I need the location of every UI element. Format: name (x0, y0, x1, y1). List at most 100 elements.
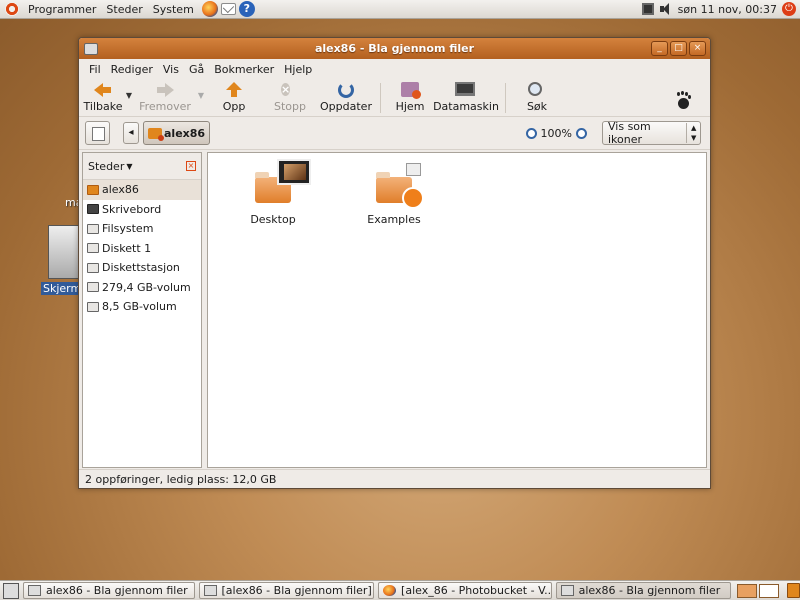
back-arrow-icon (94, 82, 112, 98)
menu-places[interactable]: Steder (101, 3, 147, 16)
menu-go[interactable]: Gå (184, 63, 209, 76)
file-browser-icon (203, 585, 217, 596)
menu-applications[interactable]: Programmer (23, 3, 101, 16)
taskbar-item-active[interactable]: alex86 - Bla gjennom filer (555, 582, 732, 599)
firefox-icon[interactable] (201, 1, 218, 17)
zoom-out-icon[interactable] (525, 127, 537, 139)
taskbar-item-label: alex86 - Bla gjennom filer (45, 584, 188, 597)
ubuntu-logo-icon[interactable] (5, 2, 19, 16)
search-icon (528, 82, 546, 98)
zoom-in-icon[interactable] (576, 127, 587, 139)
sidebar-item-volume-8[interactable]: 8,5 GB-volum (83, 297, 201, 317)
view-mode-value: Vis som ikoner (608, 120, 651, 146)
gnome-foot-icon (675, 91, 691, 110)
up-label: Opp (222, 100, 246, 113)
sidebar-item-filesystem[interactable]: Filsystem (83, 219, 201, 239)
floppy-icon (87, 262, 99, 273)
show-desktop-icon[interactable] (3, 582, 19, 599)
menu-edit[interactable]: Rediger (106, 63, 158, 76)
panel-tray: søn 11 nov, 00:37 ⏻ (641, 0, 800, 19)
video-thumbnail-emblem-icon (277, 159, 311, 185)
home-folder-icon (87, 184, 99, 195)
help-icon[interactable]: ? (238, 1, 255, 17)
close-button[interactable]: × (689, 41, 706, 56)
sidebar: Steder ▼ × alex86 Skrivebord Filsystem D… (82, 152, 202, 468)
workspace-2[interactable] (759, 583, 780, 598)
home-button[interactable]: Hjem (387, 79, 433, 117)
taskbar-item[interactable]: [alex_86 - Photobucket - V... (378, 582, 552, 599)
menu-help[interactable]: Hjelp (279, 63, 317, 76)
taskbar-item[interactable]: alex86 - Bla gjennom filer (22, 582, 195, 599)
computer-icon (455, 82, 477, 98)
back-label: Tilbake (83, 100, 123, 113)
sidebar-item-floppy-1[interactable]: Diskett 1 (83, 239, 201, 259)
menu-file[interactable]: Fil (84, 63, 106, 76)
firefox-icon (383, 585, 397, 596)
sidebar-item-floppy-drive[interactable]: Diskettstasjon (83, 258, 201, 278)
sidebar-header: Steder ▼ × (83, 153, 201, 180)
zoom-level[interactable]: 100% (541, 127, 572, 140)
file-view[interactable]: Desktop Examples (207, 152, 707, 468)
volume-icon[interactable] (659, 3, 674, 15)
reload-icon (337, 82, 355, 98)
menu-system[interactable]: System (148, 3, 199, 16)
taskbar-item-label: alex86 - Bla gjennom filer (578, 584, 721, 597)
sidebar-item-desktop[interactable]: Skrivebord (83, 200, 201, 220)
reload-button[interactable]: Oppdater (318, 79, 374, 117)
view-mode-select[interactable]: Vis som ikoner ▲ ▼ (602, 120, 701, 146)
up-arrow-icon (225, 82, 243, 98)
mail-icon[interactable] (220, 3, 236, 15)
window-title: alex86 - Bla gjennom filer (314, 42, 475, 55)
toolbar: Tilbake ▼ Fremover ▼ Opp × Stopp Oppdate… (79, 79, 710, 117)
back-history-dropdown[interactable]: ▼ (124, 79, 134, 100)
menubar: Fil Rediger Vis Gå Bokmerker Hjelp (79, 59, 710, 79)
toolbar-separator (505, 83, 506, 113)
stop-button[interactable]: × Stopp (262, 79, 318, 117)
back-button[interactable]: Tilbake (82, 79, 124, 117)
toolbar-separator (380, 83, 381, 113)
sidebar-item-volume-279[interactable]: 279,4 GB-volum (83, 278, 201, 298)
symlink-emblem-icon (406, 163, 421, 176)
sidebar-close-icon[interactable]: × (186, 161, 196, 171)
sidebar-mode-select[interactable]: Steder (88, 160, 124, 173)
up-button[interactable]: Opp (206, 79, 262, 117)
sidebar-item-label: 8,5 GB-volum (102, 300, 177, 314)
network-icon[interactable] (641, 3, 654, 15)
zoom-control: 100% Vis som ikoner ▲ ▼ (525, 120, 701, 146)
taskbar-item-label: [alex86 - Bla gjennom filer] (221, 584, 372, 597)
computer-label: Datamaskin (433, 100, 499, 113)
sidebar-item-home[interactable]: alex86 (83, 180, 201, 200)
home-folder-icon (148, 127, 164, 141)
desktop-icon (87, 204, 99, 215)
chevron-down-icon[interactable]: ▼ (126, 162, 132, 171)
forward-label: Fremover (139, 100, 191, 113)
menu-view[interactable]: Vis (158, 63, 184, 76)
search-label: Søk (526, 100, 548, 113)
menu-bookmarks[interactable]: Bokmerker (209, 63, 279, 76)
power-icon[interactable]: ⏻ (782, 2, 796, 16)
workspace-1[interactable] (737, 583, 758, 598)
file-item-desktop[interactable]: Desktop (233, 159, 313, 226)
clock[interactable]: søn 11 nov, 00:37 (678, 3, 777, 16)
minimize-button[interactable]: _ (651, 41, 668, 56)
trash-icon[interactable] (787, 583, 800, 598)
screenshot-file-icon[interactable] (48, 225, 82, 279)
search-button[interactable]: Søk (512, 79, 562, 117)
sidebar-item-label: Filsystem (102, 222, 154, 236)
forward-button[interactable]: Fremover (134, 79, 196, 117)
forward-history-dropdown[interactable]: ▼ (196, 79, 206, 100)
drive-icon (87, 301, 99, 312)
desktop-item-label-screenshot[interactable]: Skjerm (41, 282, 81, 295)
location-toggle-button[interactable] (85, 121, 110, 145)
maximize-button[interactable]: □ (670, 41, 687, 56)
sidebar-item-label: Diskettstasjon (102, 261, 180, 275)
taskbar-item[interactable]: [alex86 - Bla gjennom filer] (198, 582, 375, 599)
path-button-home[interactable]: alex86 (143, 121, 211, 145)
file-item-examples[interactable]: Examples (354, 163, 434, 226)
status-bar: 2 oppføringer, ledig plass: 12,0 GB (79, 469, 710, 488)
sidebar-item-label: Diskett 1 (102, 241, 152, 255)
file-item-label: Desktop (250, 213, 296, 226)
computer-button[interactable]: Datamaskin (433, 79, 499, 117)
window-titlebar[interactable]: alex86 - Bla gjennom filer _ □ × (79, 38, 710, 59)
path-scroll-left-button[interactable]: ◂ (123, 122, 139, 144)
